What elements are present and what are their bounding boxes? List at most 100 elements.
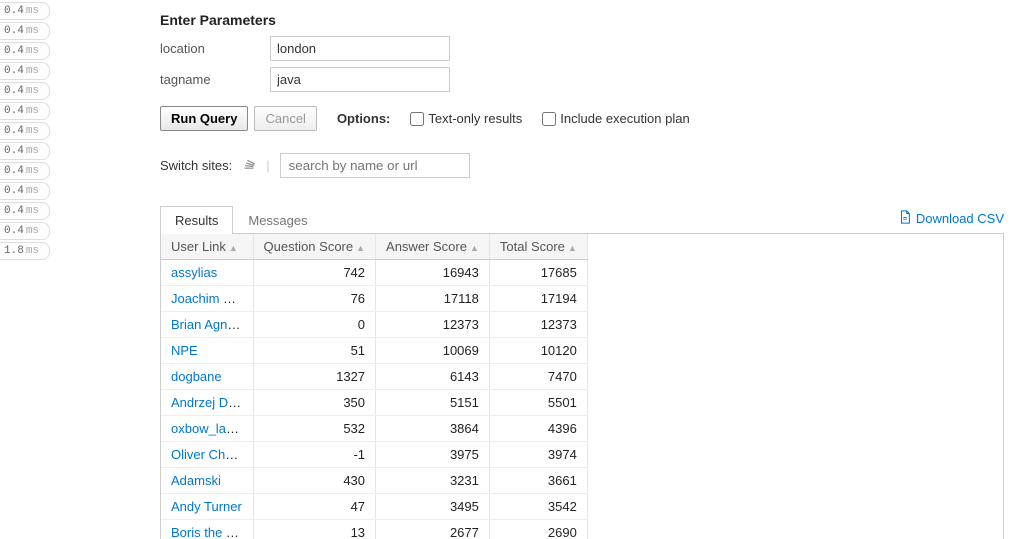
cell-answer-score: 3864 <box>376 416 490 442</box>
sort-icon: ▲ <box>568 243 577 253</box>
cell-question-score: 1327 <box>253 364 376 390</box>
cell-total-score: 12373 <box>489 312 587 338</box>
download-csv-link[interactable]: Download CSV <box>898 210 1004 227</box>
timings-sidebar: 0.4ms 0.4ms 0.4ms 0.4ms 0.4ms 0.4ms 0.4ms 0.4ms… <box>0 0 50 539</box>
cell-total-score: 17685 <box>489 260 587 286</box>
timing-entry: 0.4ms <box>0 2 50 20</box>
cell-answer-score: 17118 <box>376 286 490 312</box>
cell-question-score: 742 <box>253 260 376 286</box>
table-row: assylias 7421694317685 <box>161 260 587 286</box>
cell-question-score: 47 <box>253 494 376 520</box>
user-link[interactable]: Boris the Sp... <box>171 525 253 539</box>
timing-entry: 0.4ms <box>0 142 50 160</box>
user-link[interactable]: assylias <box>171 265 217 280</box>
cell-user: Andrzej Doyle <box>161 390 253 416</box>
user-link[interactable]: Adamski <box>171 473 221 488</box>
col-header-question-score[interactable]: Question Score▲ <box>253 234 376 260</box>
cell-answer-score: 2677 <box>376 520 490 539</box>
sort-icon: ▲ <box>470 243 479 253</box>
results-table-container[interactable]: User Link▲ Question Score▲ Answer Score▲… <box>160 234 1004 539</box>
download-csv-label: Download CSV <box>916 211 1004 226</box>
table-row: Oliver Charl...-139753974 <box>161 442 587 468</box>
switch-sites-search-input[interactable] <box>280 153 470 178</box>
timing-entry: 0.4ms <box>0 162 50 180</box>
col-header-user[interactable]: User Link▲ <box>161 234 253 260</box>
cell-answer-score: 5151 <box>376 390 490 416</box>
cell-answer-score: 6143 <box>376 364 490 390</box>
cell-user: Boris the Sp... <box>161 520 253 539</box>
user-link[interactable]: NPE <box>171 343 198 358</box>
tab-messages[interactable]: Messages <box>233 206 322 234</box>
timing-entry: 0.4ms <box>0 102 50 120</box>
cell-user: Adamski <box>161 468 253 494</box>
col-header-total-score[interactable]: Total Score▲ <box>489 234 587 260</box>
user-link[interactable]: Brian Agnew <box>171 317 244 332</box>
switch-sites-label: Switch sites: <box>160 158 232 173</box>
cell-total-score: 10120 <box>489 338 587 364</box>
cell-answer-score: 16943 <box>376 260 490 286</box>
tab-results[interactable]: Results <box>160 206 233 234</box>
exec-plan-option[interactable]: Include execution plan <box>538 109 689 129</box>
run-query-button[interactable]: Run Query <box>160 106 248 131</box>
cell-user: assylias <box>161 260 253 286</box>
timing-entry: 0.4ms <box>0 222 50 240</box>
cell-total-score: 4396 <box>489 416 587 442</box>
user-link[interactable]: oxbow_lakes <box>171 421 246 436</box>
cell-question-score: 350 <box>253 390 376 416</box>
table-row: oxbow_lakes 53238644396 <box>161 416 587 442</box>
cell-question-score: 51 <box>253 338 376 364</box>
cell-total-score: 17194 <box>489 286 587 312</box>
cell-user: dogbane <box>161 364 253 390</box>
user-link[interactable]: dogbane <box>171 369 222 384</box>
cell-user: Brian Agnew <box>161 312 253 338</box>
table-row: Brian Agnew01237312373 <box>161 312 587 338</box>
table-row: NPE 511006910120 <box>161 338 587 364</box>
exec-plan-checkbox[interactable] <box>542 112 556 126</box>
cell-question-score: 430 <box>253 468 376 494</box>
tagname-input[interactable] <box>270 67 450 92</box>
timing-entry: 0.4ms <box>0 62 50 80</box>
cell-total-score: 3661 <box>489 468 587 494</box>
download-icon <box>898 210 912 227</box>
text-only-label: Text-only results <box>428 111 522 126</box>
user-link[interactable]: Andy Turner <box>171 499 242 514</box>
stack-icon[interactable] <box>242 157 256 174</box>
timing-entry: 0.4ms <box>0 22 50 40</box>
location-input[interactable] <box>270 36 450 61</box>
cell-user: Oliver Charl... <box>161 442 253 468</box>
text-only-checkbox[interactable] <box>410 112 424 126</box>
cell-user: oxbow_lakes <box>161 416 253 442</box>
cell-answer-score: 3975 <box>376 442 490 468</box>
enter-parameters-heading: Enter Parameters <box>160 12 1004 28</box>
cell-question-score: -1 <box>253 442 376 468</box>
timing-entry: 1.8ms <box>0 242 50 260</box>
divider: | <box>266 158 269 173</box>
cell-user: NPE <box>161 338 253 364</box>
timing-entry: 0.4ms <box>0 82 50 100</box>
user-link[interactable]: Oliver Charl... <box>171 447 250 462</box>
cell-total-score: 2690 <box>489 520 587 539</box>
cell-question-score: 76 <box>253 286 376 312</box>
cell-answer-score: 10069 <box>376 338 490 364</box>
timing-entry: 0.4ms <box>0 122 50 140</box>
user-link[interactable]: Joachim Sa... <box>171 291 250 306</box>
cancel-button[interactable]: Cancel <box>254 106 316 131</box>
cell-user: Andy Turner <box>161 494 253 520</box>
cell-answer-score: 3495 <box>376 494 490 520</box>
table-row: dogbane 132761437470 <box>161 364 587 390</box>
table-row: Joachim Sa...761711817194 <box>161 286 587 312</box>
table-row: Boris the Sp...1326772690 <box>161 520 587 539</box>
tagname-label: tagname <box>160 72 270 87</box>
cell-question-score: 532 <box>253 416 376 442</box>
user-link[interactable]: Andrzej Doyle <box>171 395 252 410</box>
options-label: Options: <box>337 111 390 126</box>
cell-total-score: 7470 <box>489 364 587 390</box>
text-only-option[interactable]: Text-only results <box>406 109 522 129</box>
cell-answer-score: 3231 <box>376 468 490 494</box>
col-header-answer-score[interactable]: Answer Score▲ <box>376 234 490 260</box>
cell-total-score: 3542 <box>489 494 587 520</box>
timing-entry: 0.4ms <box>0 42 50 60</box>
cell-total-score: 5501 <box>489 390 587 416</box>
table-row: Andy Turner 4734953542 <box>161 494 587 520</box>
cell-question-score: 0 <box>253 312 376 338</box>
